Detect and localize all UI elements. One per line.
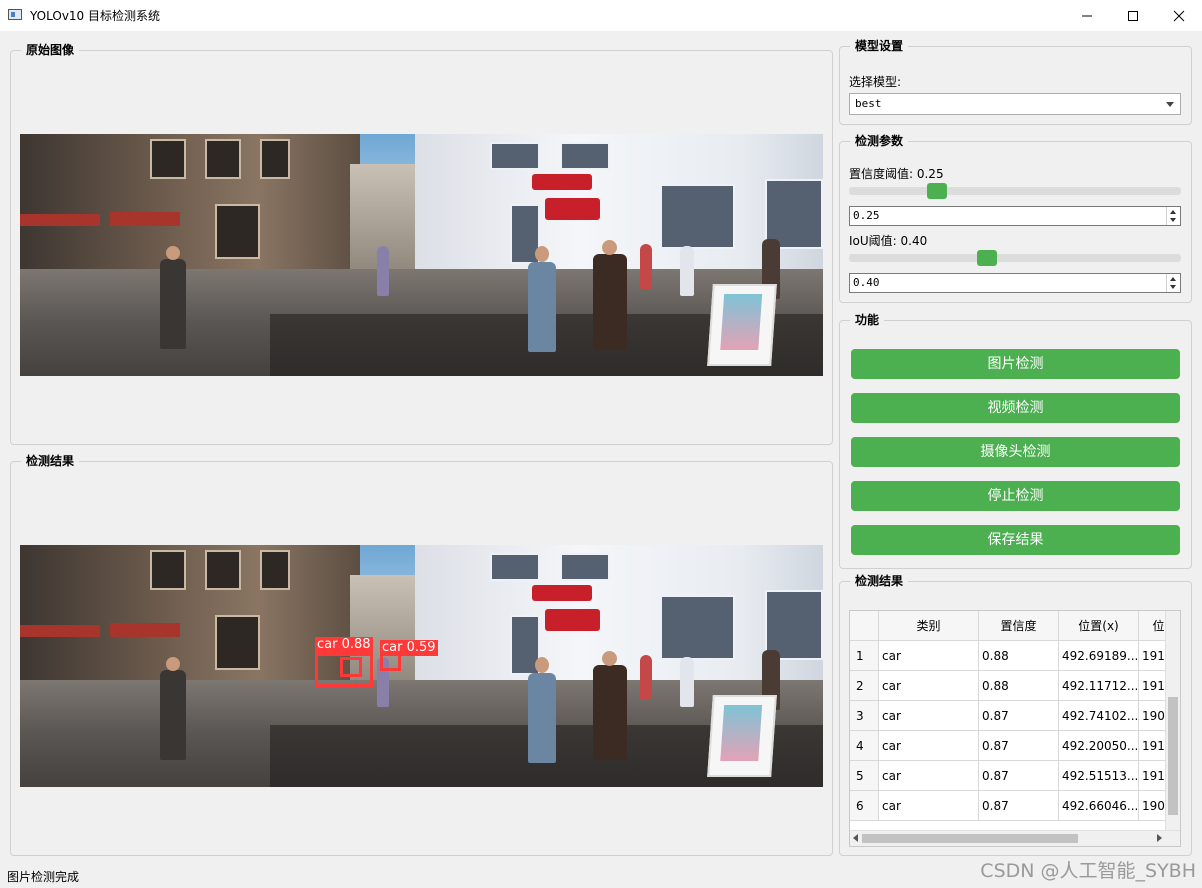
window-title: YOLOv10 目标检测系统 bbox=[30, 9, 161, 23]
confidence-label: 置信度阈值: 0.25 bbox=[849, 167, 944, 181]
column-header-confidence[interactable]: 置信度 bbox=[979, 611, 1059, 641]
table-cell[interactable]: car bbox=[879, 761, 979, 791]
spin-buttons[interactable] bbox=[1166, 274, 1180, 292]
spin-down-icon[interactable] bbox=[1170, 285, 1176, 289]
table-cell[interactable]: 0.87 bbox=[979, 701, 1059, 731]
iou-value: 0.40 bbox=[853, 276, 880, 289]
chevron-down-icon bbox=[1166, 102, 1174, 107]
confidence-slider[interactable] bbox=[849, 183, 1181, 199]
functions-title: 功能 bbox=[850, 312, 885, 328]
detect-params-title: 检测参数 bbox=[850, 133, 909, 149]
row-header[interactable]: 1 bbox=[850, 641, 879, 671]
model-settings-title: 模型设置 bbox=[850, 38, 909, 54]
row-header[interactable]: 5 bbox=[850, 761, 879, 791]
table-cell[interactable]: car bbox=[879, 701, 979, 731]
iou-label: IoU阈值: 0.40 bbox=[849, 234, 928, 248]
detection-label: car 0.59 bbox=[380, 640, 438, 656]
minimize-button[interactable] bbox=[1064, 0, 1110, 31]
scroll-right-icon[interactable] bbox=[1156, 834, 1164, 843]
table-cell[interactable]: car bbox=[879, 731, 979, 761]
original-image bbox=[20, 134, 823, 376]
confidence-value: 0.25 bbox=[853, 209, 880, 222]
horizontal-scroll-thumb[interactable] bbox=[862, 834, 1078, 843]
detection-label: car 0.88 bbox=[315, 637, 373, 653]
spin-up-icon[interactable] bbox=[1170, 210, 1176, 214]
table-cell[interactable]: 492.74102... bbox=[1059, 701, 1139, 731]
row-header[interactable]: 6 bbox=[850, 791, 879, 821]
stop-detect-button[interactable]: 停止检测 bbox=[851, 481, 1180, 511]
maximize-icon bbox=[1128, 10, 1138, 21]
detection-box bbox=[340, 657, 362, 677]
row-header[interactable]: 4 bbox=[850, 731, 879, 761]
table-cell[interactable]: 0.87 bbox=[979, 791, 1059, 821]
table-cell[interactable]: 492.11712... bbox=[1059, 671, 1139, 701]
table-cell[interactable]: 0.88 bbox=[979, 671, 1059, 701]
results-table[interactable]: 类别 置信度 位置(x) 位 1 car 0.88 492.69189... 1… bbox=[849, 610, 1181, 847]
video-detect-button[interactable]: 视频检测 bbox=[851, 393, 1180, 423]
table-cell[interactable]: 0.88 bbox=[979, 641, 1059, 671]
result-image: car 0.88 car 0.59 bbox=[20, 545, 823, 787]
close-button[interactable] bbox=[1156, 0, 1202, 31]
table-cell[interactable]: car bbox=[879, 671, 979, 701]
image-detect-button[interactable]: 图片检测 bbox=[851, 349, 1180, 379]
status-bar-text: 图片检测完成 bbox=[7, 870, 80, 884]
table-corner[interactable] bbox=[850, 611, 879, 641]
model-select[interactable]: best bbox=[849, 93, 1181, 115]
row-header[interactable]: 3 bbox=[850, 701, 879, 731]
model-select-value: best bbox=[855, 97, 882, 110]
select-model-label: 选择模型: bbox=[849, 75, 902, 89]
table-cell[interactable]: 492.69189... bbox=[1059, 641, 1139, 671]
row-header[interactable]: 2 bbox=[850, 671, 879, 701]
table-cell[interactable]: 0.87 bbox=[979, 731, 1059, 761]
column-header-x[interactable]: 位置(x) bbox=[1059, 611, 1139, 641]
spin-buttons[interactable] bbox=[1166, 207, 1180, 225]
column-header-class[interactable]: 类别 bbox=[879, 611, 979, 641]
title-bar: YOLOv10 目标检测系统 bbox=[0, 0, 1202, 31]
minimize-icon bbox=[1082, 15, 1092, 16]
maximize-button[interactable] bbox=[1110, 0, 1156, 31]
table-cell[interactable]: car bbox=[879, 791, 979, 821]
result-image-title: 检测结果 bbox=[21, 453, 80, 469]
table-vertical-scrollbar[interactable] bbox=[1165, 611, 1180, 831]
table-cell[interactable]: 0.87 bbox=[979, 761, 1059, 791]
table-cell[interactable]: car bbox=[879, 641, 979, 671]
iou-slider[interactable] bbox=[849, 250, 1181, 266]
app-window-icon bbox=[8, 9, 22, 20]
close-icon bbox=[1173, 10, 1185, 21]
iou-spinbox[interactable]: 0.40 bbox=[849, 273, 1181, 293]
table-cell[interactable]: 492.51513... bbox=[1059, 761, 1139, 791]
original-image-title: 原始图像 bbox=[21, 42, 80, 58]
table-cell[interactable]: 492.20050... bbox=[1059, 731, 1139, 761]
scroll-left-icon[interactable] bbox=[852, 834, 860, 843]
spin-down-icon[interactable] bbox=[1170, 218, 1176, 222]
confidence-spinbox[interactable]: 0.25 bbox=[849, 206, 1181, 226]
camera-detect-button[interactable]: 摄像头检测 bbox=[851, 437, 1180, 467]
table-horizontal-scrollbar[interactable] bbox=[850, 830, 1180, 846]
save-result-button[interactable]: 保存结果 bbox=[851, 525, 1180, 555]
iou-slider-handle[interactable] bbox=[977, 250, 997, 266]
results-table-title: 检测结果 bbox=[850, 573, 909, 589]
vertical-scroll-thumb[interactable] bbox=[1168, 697, 1178, 815]
table-cell[interactable]: 492.66046... bbox=[1059, 791, 1139, 821]
confidence-slider-handle[interactable] bbox=[927, 183, 947, 199]
spin-up-icon[interactable] bbox=[1170, 277, 1176, 281]
watermark: CSDN @人工智能_SYBH bbox=[980, 860, 1196, 882]
